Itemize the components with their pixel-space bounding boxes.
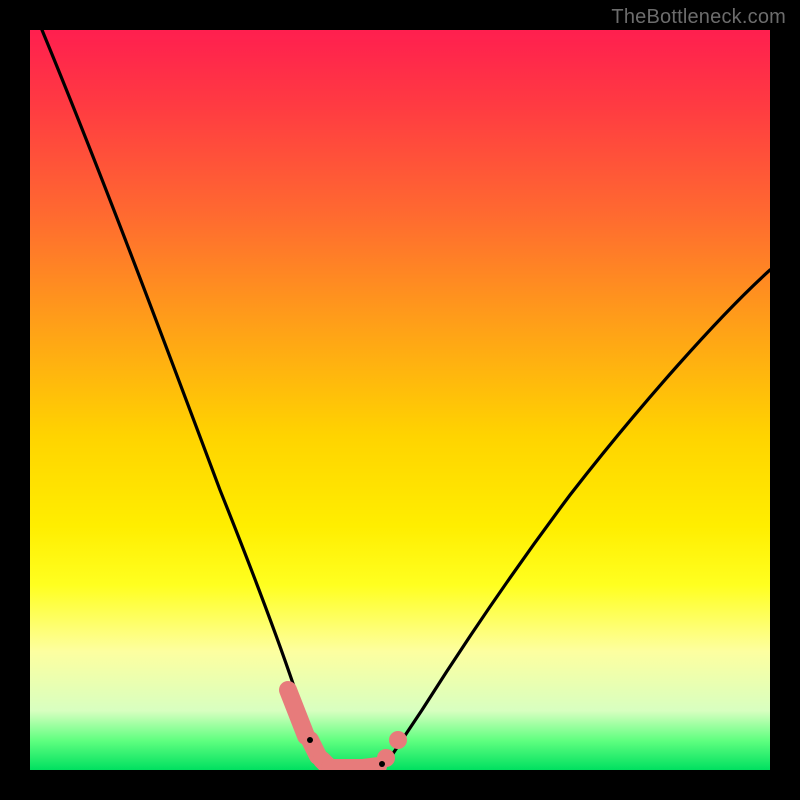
marker-seg [288,690,306,736]
bottom-marker-group [288,690,407,768]
chart-frame: TheBottleneck.com [0,0,800,800]
curves-svg [30,30,770,770]
marker-dot [389,731,407,749]
left-curve [42,30,328,770]
marker-seg [362,766,378,768]
watermark-text: TheBottleneck.com [611,6,786,29]
right-curve [382,270,770,770]
plot-area [30,30,770,770]
